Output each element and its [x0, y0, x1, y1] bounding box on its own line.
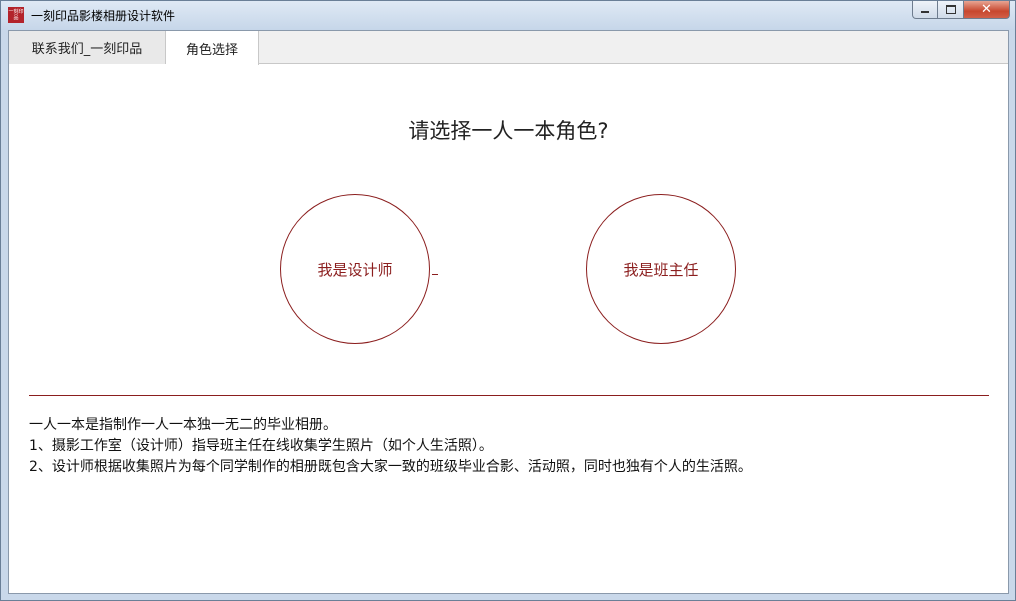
- designer-role-button[interactable]: 我是设计师: [280, 194, 430, 344]
- minimize-button[interactable]: [912, 1, 938, 19]
- tab-role-selection[interactable]: 角色选择: [166, 31, 259, 65]
- tab-contact-us[interactable]: 联系我们_一刻印品: [9, 31, 166, 64]
- app-logo-icon: 一刻印品: [8, 7, 24, 23]
- designer-role-label: 我是设计师: [317, 260, 393, 279]
- description-line-intro: 一人一本是指制作一人一本独一无二的毕业相册。: [29, 417, 337, 433]
- teacher-role-label: 我是班主任: [623, 260, 699, 279]
- description-line-step-1: 1、摄影工作室（设计师）指导班主任在线收集学生照片（如个人生活照）。: [29, 438, 493, 454]
- description-line-step-2: 2、设计师根据收集照片为每个同学制作的相册既包含大家一致的班级毕业合影、活动照，…: [29, 459, 752, 475]
- role-question-heading: 请选择一人一本角色?: [408, 119, 609, 143]
- title-bar[interactable]: 一刻印品 一刻印品影楼相册设计软件 ✕: [1, 1, 1015, 30]
- maximize-icon: [945, 5, 956, 14]
- maximize-button[interactable]: [938, 1, 964, 19]
- teacher-role-button[interactable]: 我是班主任: [586, 194, 736, 344]
- description-block: 一人一本是指制作一人一本独一无二的毕业相册。 1、摄影工作室（设计师）指导班主任…: [29, 415, 989, 478]
- app-window: 一刻印品 一刻印品影楼相册设计软件 ✕ 联系我们_一刻印品 角色选择 请选择一人…: [0, 0, 1016, 601]
- decorative-tick: [432, 274, 438, 275]
- client-area: 联系我们_一刻印品 角色选择 请选择一人一本角色? 我是设计师 我是班主任 一人…: [8, 30, 1009, 594]
- tab-bar: 联系我们_一刻印品 角色选择: [9, 31, 1008, 65]
- close-button[interactable]: ✕: [964, 1, 1010, 19]
- window-title: 一刻印品影楼相册设计软件: [31, 9, 176, 23]
- section-divider: [29, 395, 989, 396]
- window-controls: ✕: [912, 1, 1010, 21]
- close-icon: ✕: [981, 2, 992, 17]
- minimize-icon: [921, 11, 929, 13]
